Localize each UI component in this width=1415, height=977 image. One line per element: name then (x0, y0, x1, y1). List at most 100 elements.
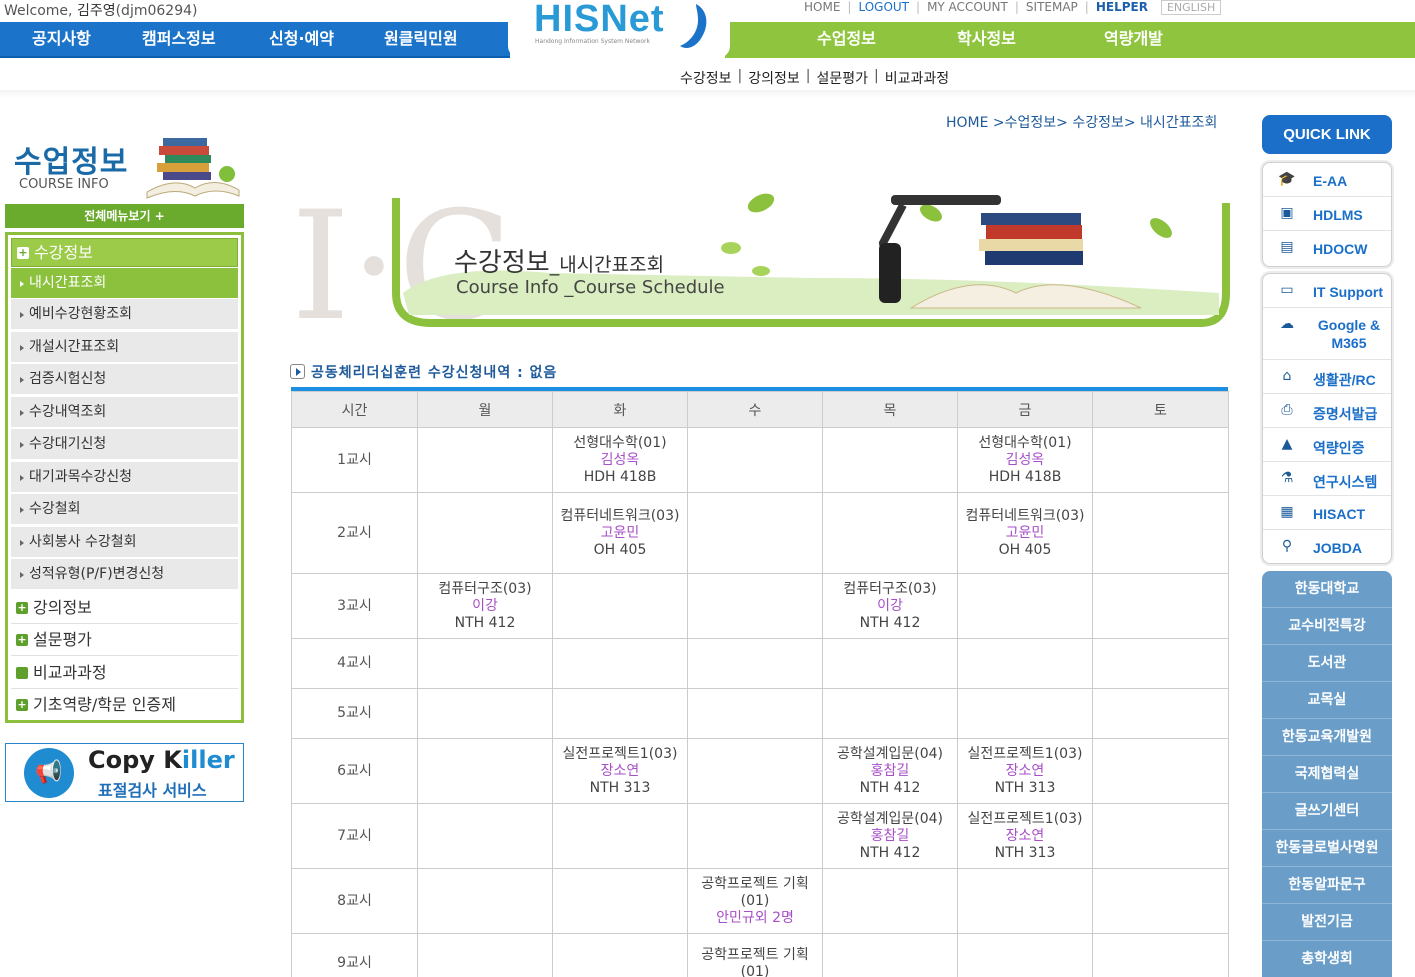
external-link-item[interactable]: 도서관 (1262, 645, 1392, 682)
quick-link-item[interactable]: ▦ HISACT (1263, 496, 1391, 530)
external-link-item[interactable]: 한동대학교 (1262, 571, 1392, 608)
subnav-course-registration[interactable]: 수강정보 (680, 68, 732, 88)
professor-name[interactable]: 홍참길 (825, 828, 955, 845)
external-link-item[interactable]: 한동알파문구 (1262, 867, 1392, 904)
professor-name[interactable]: 고윤민 (555, 525, 685, 542)
expand-icon: + (17, 246, 29, 259)
sidebar-title: 수업정보 (14, 145, 129, 180)
professor-name[interactable]: 홍참길 (825, 763, 955, 780)
professor-name[interactable]: 장소연 (960, 828, 1090, 845)
nav-campus-info[interactable]: 캠퍼스정보 (142, 22, 216, 58)
hisnet-logo[interactable]: HISNet Handong Information System Networ… (508, 0, 730, 58)
menu-item-waitlist[interactable]: 수강대기신청 (11, 429, 238, 460)
logout-link[interactable]: LOGOUT (851, 0, 916, 14)
course-cell[interactable]: 공학설계입문(04) 홍참길 NTH 412 (822, 803, 958, 869)
course-cell[interactable]: 공학설계입문(04) 홍참길 NTH 412 (822, 738, 958, 804)
nav-course-info[interactable]: 수업정보 (817, 22, 876, 58)
helper-link[interactable]: HELPER (1089, 0, 1155, 14)
menu-item-service-withdrawal[interactable]: 사회봉사 수강철회 (11, 527, 238, 558)
external-link-item[interactable]: 교목실 (1262, 682, 1392, 719)
menu-item-my-timetable[interactable]: 내시간표조회 (11, 268, 238, 299)
menu-group-basic-competency[interactable]: + 기초역량/학문 인증제 (11, 689, 238, 721)
course-cell[interactable]: 실전프로젝트1(03) 장소연 NTH 313 (957, 738, 1093, 804)
professor-name[interactable]: 고윤민 (960, 525, 1090, 542)
quick-link-hdlms[interactable]: ▣ HDLMS (1263, 197, 1391, 231)
chart-icon: ▲ (1281, 436, 1293, 452)
quick-link-hdocw[interactable]: ▤ HDOCW (1263, 231, 1391, 265)
copykiller-banner[interactable]: 📢 Copy Killer 표절검사 서비스 (5, 743, 244, 802)
menu-group-course-registration[interactable]: + 수강정보 (11, 238, 238, 267)
menu-item-waitlist-registration[interactable]: 대기과목수강신청 (11, 462, 238, 493)
course-cell[interactable]: 컴퓨터구조(03) 이강 NTH 412 (417, 573, 553, 639)
schedule-cell (417, 688, 553, 739)
course-cell[interactable]: 선형대수학(01) 김성옥 HDH 418B (957, 427, 1093, 493)
schedule-cell (552, 868, 688, 934)
nav-competency[interactable]: 역량개발 (1104, 22, 1163, 58)
professor-name[interactable]: 안민규외 2명 (690, 910, 820, 927)
course-name: 실전프로젝트1(03) (967, 745, 1083, 762)
external-link-item[interactable]: 한동글로벌사명원 (1262, 830, 1392, 867)
arrow-right-icon (20, 377, 24, 383)
nav-oneclick-civil[interactable]: 원클릭민원 (384, 22, 458, 58)
external-link-item[interactable]: 한동교육개발원 (1262, 719, 1392, 756)
printer-icon: ⎙ (1281, 402, 1293, 418)
menu-item-pre-registration[interactable]: 예비수강현황조회 (11, 299, 238, 330)
course-cell[interactable]: 선형대수학(01) 김성옥 HDH 418B (552, 427, 688, 493)
quick-link-item[interactable]: ⎙ 증명서발급 (1263, 394, 1391, 428)
sitemap-link[interactable]: SITEMAP (1019, 0, 1085, 14)
subnav-lecture-info[interactable]: 강의정보 (748, 68, 800, 88)
course-cell[interactable]: 실전프로젝트1(03) 장소연 NTH 313 (552, 738, 688, 804)
professor-name[interactable]: 이강 (825, 598, 955, 615)
quick-link-item[interactable]: ⚗ 연구시스템 (1263, 462, 1391, 496)
nav-apply-reserve[interactable]: 신청·예약 (269, 22, 334, 58)
home-link[interactable]: HOME (797, 0, 847, 14)
external-link-item[interactable]: 발전기금 (1262, 904, 1392, 941)
course-cell[interactable]: 공학프로젝트 기획(01) (687, 933, 823, 977)
nav-academic-info[interactable]: 학사정보 (957, 22, 1016, 58)
arrow-right-icon (20, 540, 24, 546)
external-link-item[interactable]: 글쓰기센터 (1262, 793, 1392, 830)
menu-group-survey[interactable]: + 설문평가 (11, 624, 238, 656)
arrow-right-icon (20, 345, 24, 351)
table-row: 4교시 (291, 638, 1229, 689)
subnav-survey[interactable]: 설문평가 (817, 68, 869, 88)
search-chart-icon: ⚲ (1281, 538, 1293, 554)
quick-link-item[interactable]: ⚲ JOBDA (1263, 530, 1391, 564)
professor-name[interactable]: 장소연 (960, 763, 1090, 780)
room-name: HDH 418B (583, 468, 657, 485)
course-cell[interactable]: 공학프로젝트 기획(01) 안민규외 2명 (687, 868, 823, 934)
menu-item-withdrawal[interactable]: 수강철회 (11, 494, 238, 525)
quick-link-label: HDOCW (1313, 241, 1368, 257)
course-cell[interactable]: 컴퓨터구조(03) 이강 NTH 412 (822, 573, 958, 639)
schedule-cell (1092, 868, 1229, 934)
my-account-link[interactable]: MY ACCOUNT (920, 0, 1015, 14)
logo-text: HISNet (534, 0, 665, 40)
quick-link-item[interactable]: ☁ Google & M365 (1263, 308, 1391, 360)
menu-group-extracurricular[interactable]: 비교과과정 (11, 657, 238, 689)
menu-item-verification-exam[interactable]: 검증시험신청 (11, 364, 238, 395)
professor-name[interactable]: 이강 (420, 598, 550, 615)
all-menu-button[interactable]: 전체메뉴보기 + (5, 204, 244, 228)
menu-item-open-timetable[interactable]: 개설시간표조회 (11, 332, 238, 363)
external-link-item[interactable]: 국제협력실 (1262, 756, 1392, 793)
course-cell[interactable]: 컴퓨터네트워크(03) 고윤민 OH 405 (552, 492, 688, 574)
quick-link-item[interactable]: ⌂ 생활관/RC (1263, 360, 1391, 394)
professor-name[interactable]: 장소연 (555, 763, 685, 780)
course-cell[interactable]: 실전프로젝트1(03) 장소연 NTH 313 (957, 803, 1093, 869)
menu-item-registration-history[interactable]: 수강내역조회 (11, 397, 238, 428)
quick-link-item[interactable]: ▲ 역량인증 (1263, 428, 1391, 462)
course-name: 실전프로젝트1(03) (967, 810, 1083, 827)
professor-name[interactable]: 김성옥 (960, 452, 1090, 469)
course-cell[interactable]: 컴퓨터네트워크(03) 고윤민 OH 405 (957, 492, 1093, 574)
menu-item-grade-type-change[interactable]: 성적유형(P/F)변경신청 (11, 559, 238, 590)
quick-link-e-aa[interactable]: 🎓 E-AA (1263, 163, 1391, 197)
english-link[interactable]: ENGLISH (1160, 0, 1222, 15)
external-link-item[interactable]: 교수비전특강 (1262, 608, 1392, 645)
nav-notice[interactable]: 공지사항 (32, 22, 91, 58)
menu-group-lecture-info[interactable]: + 강의정보 (11, 592, 238, 624)
external-link-item[interactable]: 총학생회 (1262, 941, 1392, 977)
subnav-extracurricular[interactable]: 비교과과정 (885, 68, 949, 88)
professor-name[interactable]: 김성옥 (555, 452, 685, 469)
quick-link-item[interactable]: ▭ IT Support (1263, 274, 1391, 308)
logo-subtext: Handong Information System Network (535, 38, 650, 45)
